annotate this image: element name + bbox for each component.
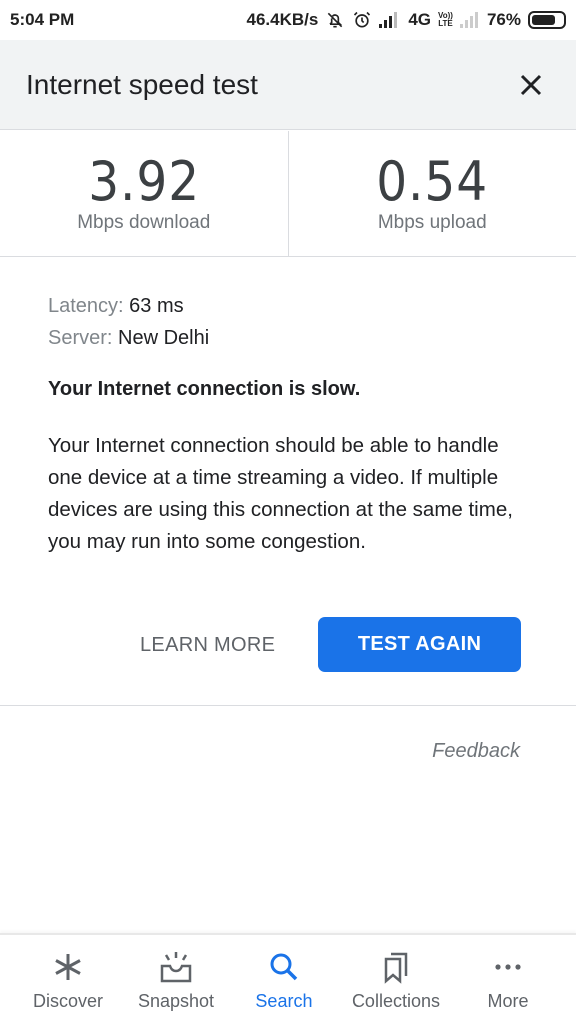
signal-weak-icon bbox=[459, 12, 480, 28]
bookmarks-icon bbox=[378, 949, 414, 985]
nav-item-discover[interactable]: Discover bbox=[28, 935, 108, 1024]
feedback-link[interactable]: Feedback bbox=[432, 740, 520, 763]
battery-percent: 76% bbox=[486, 10, 521, 29]
server-key: Server: bbox=[48, 327, 113, 349]
network-speed: 46.4KB/s bbox=[246, 10, 319, 29]
status-time: 5:04 PM bbox=[10, 10, 75, 29]
asterisk-icon bbox=[50, 949, 86, 985]
speed-test-header: Internet speed test bbox=[0, 40, 576, 130]
nav-item-collections[interactable]: Collections bbox=[352, 935, 440, 1024]
network-type: 4G bbox=[408, 10, 431, 29]
latency-key: Latency: bbox=[48, 295, 124, 317]
volte-bottom: LTE bbox=[438, 19, 453, 28]
connection-description: Your Internet connection should be able … bbox=[48, 434, 513, 553]
latency-value: 63 ms bbox=[129, 295, 184, 317]
download-value: 3.92 bbox=[87, 149, 200, 213]
upload-value: 0.54 bbox=[376, 149, 489, 213]
nav-label: Snapshot bbox=[137, 991, 214, 1011]
upload-label: Mbps upload bbox=[377, 211, 487, 233]
divider bbox=[0, 705, 576, 706]
test-again-button[interactable]: TEST AGAIN bbox=[318, 617, 521, 672]
close-icon bbox=[520, 74, 542, 96]
latency-row: Latency: 63 ms bbox=[48, 290, 528, 322]
alarm-icon bbox=[352, 10, 372, 30]
nav-item-search[interactable]: Search bbox=[244, 935, 324, 1024]
signal-icon bbox=[379, 12, 401, 28]
connection-verdict: Your Internet connection is slow. bbox=[48, 378, 361, 400]
search-icon bbox=[266, 949, 302, 985]
upload-result: 0.54 Mbps upload bbox=[287, 131, 576, 256]
nav-label: More bbox=[487, 991, 529, 1011]
server-row: Server: New Delhi bbox=[48, 322, 528, 354]
learn-more-button[interactable]: LEARN MORE bbox=[128, 618, 287, 672]
battery-icon bbox=[528, 11, 566, 29]
server-value: New Delhi bbox=[118, 327, 210, 349]
close-button[interactable] bbox=[512, 66, 550, 104]
status-bar: 5:04 PM 46.4KB/s 4G Vo)) LTE 76% bbox=[0, 0, 576, 40]
speed-results: 3.92 Mbps download 0.54 Mbps upload bbox=[0, 131, 576, 257]
download-label: Mbps download bbox=[77, 211, 211, 233]
bottom-nav: Discover Snapshot Search Collections Mor… bbox=[0, 933, 576, 1024]
nav-item-more[interactable]: More bbox=[468, 935, 548, 1024]
nav-label: Search bbox=[255, 991, 313, 1011]
battery-fill bbox=[532, 15, 555, 25]
page-title: Internet speed test bbox=[26, 68, 258, 100]
status-indicators: 46.4KB/s 4G Vo)) LTE 76% bbox=[246, 10, 566, 30]
nav-item-snapshot[interactable]: Snapshot bbox=[136, 935, 216, 1024]
notifications-off-icon bbox=[325, 10, 345, 30]
volte-indicator: Vo)) LTE bbox=[438, 12, 453, 28]
more-horiz-icon bbox=[490, 949, 526, 985]
nav-label: Discover bbox=[32, 991, 103, 1011]
download-result: 3.92 Mbps download bbox=[0, 131, 288, 256]
nav-label: Collections bbox=[351, 991, 440, 1011]
test-details: Latency: 63 ms Server: New Delhi bbox=[48, 290, 528, 354]
snapshot-icon bbox=[158, 949, 194, 985]
